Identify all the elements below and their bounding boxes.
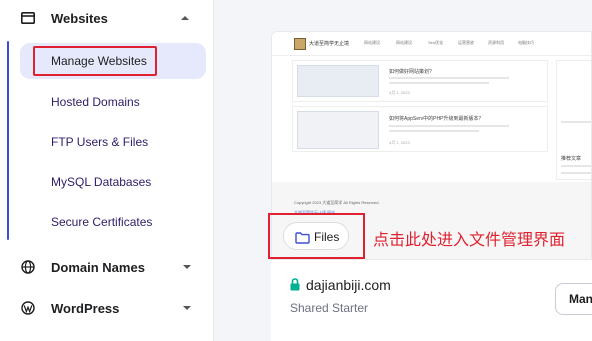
preview-text-line (389, 77, 509, 79)
chevron-up-icon[interactable] (180, 13, 190, 23)
preview-post-title: 如何将AppServ中的PHP升级到最新版本？ (389, 116, 484, 122)
preview-post-title: 如何做好网站策划? (389, 69, 432, 75)
lock-icon (290, 278, 300, 291)
preview-post-thumbnail (297, 65, 379, 97)
annotation-text: 点击此处进入文件管理界面 (373, 230, 566, 249)
preview-post-date: 4月 1, 2023 (389, 90, 410, 95)
preview-text-line (389, 125, 509, 127)
preview-text-line (561, 172, 591, 174)
globe-icon (20, 259, 36, 275)
preview-post-card: 如何做好网站策划? 4月 1, 2023 (292, 60, 548, 102)
manage-button[interactable]: Man (555, 283, 592, 315)
preview-text-line (561, 165, 591, 167)
preview-text-line (561, 121, 591, 123)
sidebar-section-label: WordPress (51, 300, 120, 316)
sidebar-section-websites[interactable]: Websites (0, 0, 214, 36)
sidebar-section-domain-names[interactable]: Domain Names (0, 249, 214, 285)
highlight-box-manage-websites (33, 46, 157, 76)
preview-nav-item: 电脑技巧 (518, 40, 534, 45)
sidebar-item-mysql-databases[interactable]: MySQL Databases (51, 175, 151, 189)
site-logo (294, 38, 306, 50)
preview-site-name: 大道至简学无止境 (309, 41, 350, 47)
wordpress-icon (20, 300, 36, 316)
manage-button-label: Man (569, 292, 592, 306)
preview-nav-item: 网站建设 (396, 40, 412, 45)
preview-post-card: 如何将AppServ中的PHP升级到最新版本？ 4月 1, 2023 (292, 106, 548, 152)
sidebar-item-secure-certificates[interactable]: Secure Certificates (51, 215, 152, 229)
preview-post-thumbnail (297, 111, 379, 149)
highlight-box-files (268, 213, 365, 259)
hpanel-dashboard: Websites Manage Websites Hosted Domains … (0, 0, 592, 341)
website-domain[interactable]: dajianbiji.com (306, 277, 391, 293)
preview-nav-item: 运营营收 (458, 40, 474, 45)
preview-nav-item: 网站建设 (364, 40, 380, 45)
website-plan: Shared Starter (290, 301, 369, 315)
preview-header: 大道至简学无止境 网站建设 网站建设 Seo优化 运营营收 资源利用 电脑技巧 (272, 32, 591, 56)
preview-nav-item: Seo优化 (428, 40, 444, 45)
sidebar-section-label: Websites (51, 10, 108, 26)
sidebar-section-label: Domain Names (51, 259, 145, 275)
preview-sidebar-widget: 推荐文章 (556, 60, 591, 180)
sidebar-item-ftp-users-files[interactable]: FTP Users & Files (51, 135, 148, 149)
active-section-indicator (7, 41, 9, 240)
preview-text-line (389, 82, 489, 84)
sidebar-section-wordpress[interactable]: WordPress (0, 290, 214, 326)
sidebar-item-hosted-domains[interactable]: Hosted Domains (51, 95, 140, 109)
preview-nav-item: 资源利用 (488, 40, 504, 45)
chevron-down-icon[interactable] (182, 303, 192, 313)
preview-text-line (389, 130, 479, 132)
chevron-down-icon[interactable] (182, 262, 192, 272)
sidebar: Websites Manage Websites Hosted Domains … (0, 0, 214, 341)
preview-copyright: Copyright 2023 大道至简学 All Rights Reserved… (294, 200, 380, 205)
preview-post-date: 4月 1, 2023 (389, 140, 410, 145)
preview-sidebar-heading: 推荐文章 (561, 156, 582, 162)
websites-icon (20, 10, 36, 26)
